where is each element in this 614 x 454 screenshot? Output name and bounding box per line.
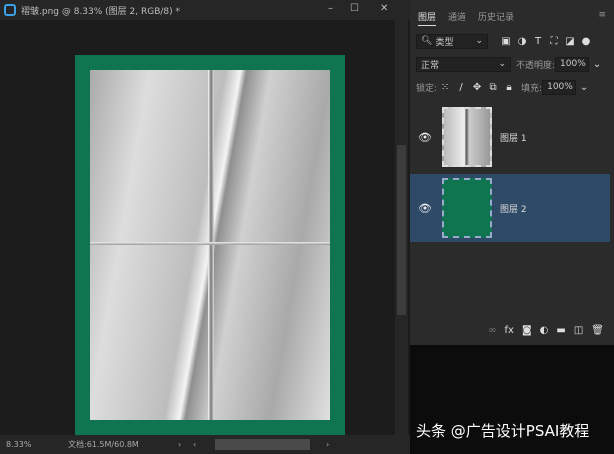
fx-icon[interactable]: fx: [505, 325, 514, 336]
new-group-icon[interactable]: ▬: [556, 325, 565, 336]
layer-name[interactable]: 图层 2: [500, 202, 527, 215]
layer-row[interactable]: 👁︎ 图层 1: [410, 103, 610, 171]
lock-all-icon[interactable]: 🔒︎: [501, 82, 517, 93]
scroll-right-arrow[interactable]: ›: [326, 440, 329, 449]
opacity-input[interactable]: 100%: [555, 56, 590, 72]
crumpled-paper-image[interactable]: [90, 70, 330, 420]
smart-object-filter-icon[interactable]: ◪: [562, 36, 578, 47]
document-tab-title[interactable]: 褶皱.png @ 8.33% (图层 2, RGB/8) *: [21, 4, 180, 17]
type-filter-icon[interactable]: T: [530, 36, 546, 47]
layer-thumbnail: [442, 178, 492, 238]
tab-history[interactable]: 历史记录: [478, 10, 514, 26]
add-mask-icon[interactable]: ◙: [522, 325, 532, 336]
delete-layer-icon[interactable]: 🗑︎: [591, 325, 604, 336]
layer-row-selected[interactable]: 👁︎ 图层 2: [410, 174, 610, 242]
maximize-button[interactable]: ☐: [350, 3, 359, 14]
image-filter-icon[interactable]: ▣: [498, 36, 514, 47]
fill-label: 填充:: [521, 83, 543, 94]
adjustment-layer-icon[interactable]: ◐: [540, 325, 549, 336]
close-button[interactable]: ✕: [380, 3, 388, 14]
vertical-scrollbar[interactable]: [395, 20, 408, 435]
opacity-label: 不透明度:: [516, 60, 556, 71]
adjustment-filter-icon[interactable]: ◑: [514, 36, 530, 47]
status-bar: 8.33% 文档:61.5M/60.8M › ‹ ›: [0, 435, 410, 454]
lock-brush-icon[interactable]: /: [453, 82, 469, 93]
eye-icon[interactable]: 👁︎: [410, 131, 440, 144]
layer-thumbnail: [442, 107, 492, 167]
minimize-button[interactable]: –: [328, 3, 333, 14]
title-bar: 褶皱.png @ 8.33% (图层 2, RGB/8) * – ☐ ✕: [0, 0, 410, 20]
fill-dropdown-icon[interactable]: ⌄: [576, 82, 592, 93]
tab-channels[interactable]: 通道: [448, 10, 466, 26]
document-size[interactable]: 文档:61.5M/60.8M: [68, 439, 178, 450]
panel-menu-icon[interactable]: ≡: [598, 10, 606, 26]
horizontal-scroll-thumb[interactable]: [215, 439, 310, 450]
photoshop-file-icon: [4, 4, 16, 16]
layer-name[interactable]: 图层 1: [500, 131, 527, 144]
layers-panel: 图层 通道 历史记录 ≡ 🔍︎ 类型 ⌄ ▣ ◑ T ⛶ ◪ ● 正常 ⌄ 不透明度:…: [410, 0, 614, 345]
lock-label: 锁定:: [416, 83, 438, 94]
scroll-thumb[interactable]: [397, 145, 406, 315]
opacity-dropdown-icon[interactable]: ⌄: [589, 59, 605, 70]
blend-mode-select[interactable]: 正常 ⌄: [416, 56, 511, 72]
status-menu-arrow[interactable]: ›: [178, 440, 193, 449]
zoom-level[interactable]: 8.33%: [6, 440, 68, 449]
lock-transparent-icon[interactable]: ⁙: [437, 82, 453, 93]
scroll-left-arrow[interactable]: ‹: [193, 440, 196, 449]
eye-icon[interactable]: 👁︎: [410, 202, 440, 215]
new-layer-icon[interactable]: ◫: [574, 325, 583, 336]
shape-filter-icon[interactable]: ⛶: [546, 36, 562, 47]
empty-panel-area: 头条 @广告设计PSAI教程: [410, 345, 614, 454]
filter-type-select[interactable]: 🔍︎ 类型 ⌄: [416, 33, 488, 49]
lock-artboard-icon[interactable]: ⧉: [485, 82, 501, 93]
watermark: 头条 @广告设计PSAI教程: [416, 422, 590, 440]
tab-layers[interactable]: 图层: [418, 10, 437, 26]
link-layers-icon[interactable]: ∞: [488, 325, 496, 336]
fill-input[interactable]: 100%: [542, 79, 577, 95]
lock-position-icon[interactable]: ✥: [469, 82, 485, 93]
search-icon: 🔍︎: [421, 36, 433, 46]
filter-toggle-icon[interactable]: ●: [578, 36, 594, 47]
